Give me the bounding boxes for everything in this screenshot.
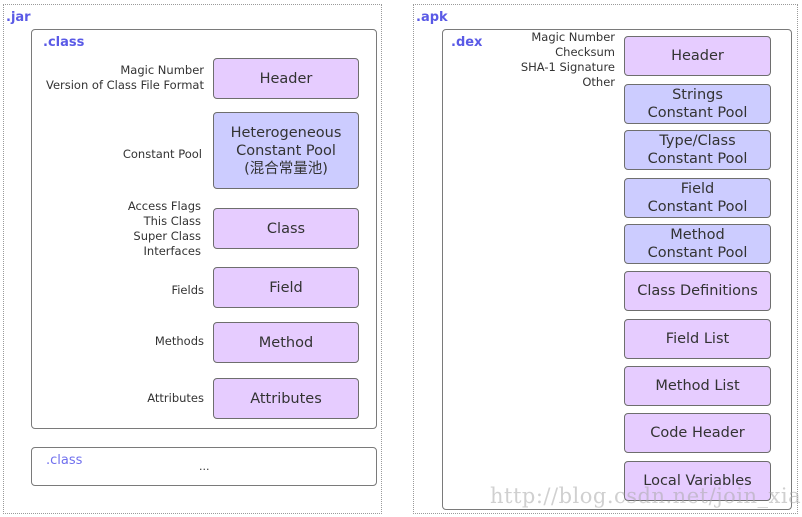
jar-box-class: Class	[213, 208, 359, 249]
jar-box-field: Field	[213, 267, 359, 308]
dex-box-type-class-constant-pool: Type/Class Constant Pool	[624, 130, 771, 170]
watermark: http://blog.csdn.net/join_xiao	[490, 484, 802, 508]
jar-box-header: Header	[213, 58, 359, 99]
dex-box-field-constant-pool: Field Constant Pool	[624, 178, 771, 218]
apk-title: .apk	[416, 10, 448, 25]
jar-box-constant-pool: Heterogeneous Constant Pool (混合常量池)	[213, 112, 359, 189]
dex-title: .dex	[451, 35, 483, 50]
dex-box-class-definitions: Class Definitions	[624, 271, 771, 311]
jar-label-attributes: Attributes	[147, 391, 204, 405]
jar-label-fields: Fields	[171, 283, 204, 297]
dex-box-method-constant-pool: Method Constant Pool	[624, 224, 771, 264]
jar-box-attributes: Attributes	[213, 378, 359, 419]
dex-header-label: Magic Number Checksum SHA-1 Signature Ot…	[520, 30, 615, 89]
jar-label-class: Access Flags This Class Super Class Inte…	[127, 199, 201, 258]
dex-box-strings-constant-pool: Strings Constant Pool	[624, 84, 771, 124]
class-main-title: .class	[43, 35, 85, 50]
jar-label-methods: Methods	[154, 334, 204, 348]
jar-title: .jar	[6, 10, 31, 25]
class-more-ellipsis: ...	[199, 460, 210, 473]
jar-box-method: Method	[213, 322, 359, 363]
dex-box-header: Header	[624, 36, 771, 76]
dex-box-field-list: Field List	[624, 319, 771, 359]
class-more-title: .class	[46, 453, 83, 468]
jar-label-constant-pool: Constant Pool	[122, 147, 202, 161]
jar-label-header: Magic Number Version of Class File Forma…	[45, 63, 204, 92]
dex-box-method-list: Method List	[624, 366, 771, 406]
dex-box-code-header: Code Header	[624, 413, 771, 453]
